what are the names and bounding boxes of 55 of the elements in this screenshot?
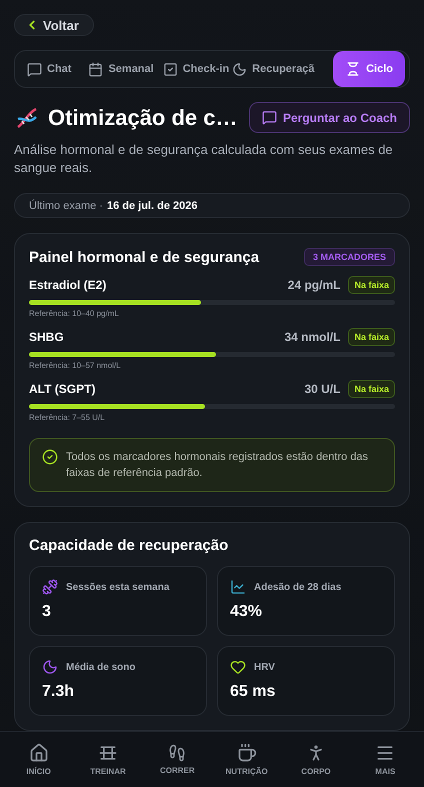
status-badge: Na faixa — [348, 380, 395, 398]
nav-item[interactable]: CORPO — [284, 743, 348, 776]
nav-item[interactable]: NUTRIÇÃO — [214, 743, 279, 776]
heart-icon — [230, 659, 246, 675]
reference-range: Referência: 10–40 pg/mL — [29, 309, 120, 318]
stat-label: Sessões esta semana — [66, 582, 170, 592]
marker-value: 34 nmol/L — [284, 330, 340, 344]
moon-icon — [42, 659, 58, 675]
card-title: Capacidade de recuperação — [29, 537, 230, 554]
page-title: Otimização de c… — [48, 104, 239, 131]
stat-value: 7.3h — [42, 683, 76, 701]
status-badge: Na faixa — [348, 276, 395, 294]
nav-item[interactable]: INÍCIO — [6, 743, 71, 776]
marker-value: 24 pg/mL — [288, 278, 340, 292]
stat-label: Adesão de 28 dias — [254, 582, 342, 592]
card-title: Painel hormonal e de segurança — [29, 248, 260, 266]
dumbbell-icon — [42, 579, 58, 595]
stat-value: 3 — [42, 603, 52, 621]
nav-item[interactable]: MAIS — [353, 743, 418, 776]
chat-icon — [262, 110, 277, 126]
check-circle-icon — [42, 449, 58, 465]
last-exam-label: Último exame · — [29, 200, 103, 212]
marker-value: 30 U/L — [304, 382, 340, 396]
hourglass-icon — [345, 61, 362, 78]
marker-name: Estradiol (E2) — [29, 278, 108, 292]
checkbox-icon — [162, 62, 178, 77]
marker-name: ALT (SGPT) — [29, 382, 96, 396]
stat-label: HRV — [254, 662, 275, 672]
note-text: Todos os marcadores hormonais registrados estão dentro das faixas de referência padrão. — [66, 450, 370, 481]
nav-item[interactable]: CORRER — [145, 744, 210, 775]
stat-value: 43% — [230, 603, 264, 621]
chat-icon — [27, 62, 42, 77]
tab[interactable]: Check-in — [162, 51, 232, 88]
nav-item[interactable]: TREINAR — [76, 743, 140, 776]
calendar-icon — [88, 62, 104, 77]
footprints-icon — [168, 744, 186, 762]
marker-count-badge: 3 MARCADORES — [304, 248, 395, 266]
marker-name: SHBG — [29, 330, 65, 344]
moon-icon — [232, 62, 248, 77]
reference-range: Referência: 10–57 nmol/L — [29, 361, 122, 370]
back-button[interactable]: Voltar — [14, 14, 94, 36]
tab[interactable]: Chat — [27, 51, 74, 88]
stat-value: 65 ms — [230, 683, 276, 701]
chart-icon — [230, 579, 246, 595]
last-exam-date: 16 de jul. de 2026 — [106, 200, 198, 212]
reference-range: Referência: 7–55 U/L — [29, 413, 106, 422]
tab[interactable]: Semanal — [88, 51, 157, 88]
page-subtitle: Análise hormonal e de segurança calculada com seus exames de sangue reais. — [14, 141, 394, 178]
tab[interactable]: Ciclo — [333, 51, 405, 88]
ask-coach-button[interactable]: Perguntar ao Coach — [248, 102, 410, 134]
home-icon — [28, 743, 49, 763]
tab[interactable]: Recuperaçã — [232, 51, 318, 88]
status-badge: Na faixa — [348, 328, 395, 346]
stat-label: Média de sono — [66, 662, 136, 672]
coffee-icon — [236, 743, 257, 763]
